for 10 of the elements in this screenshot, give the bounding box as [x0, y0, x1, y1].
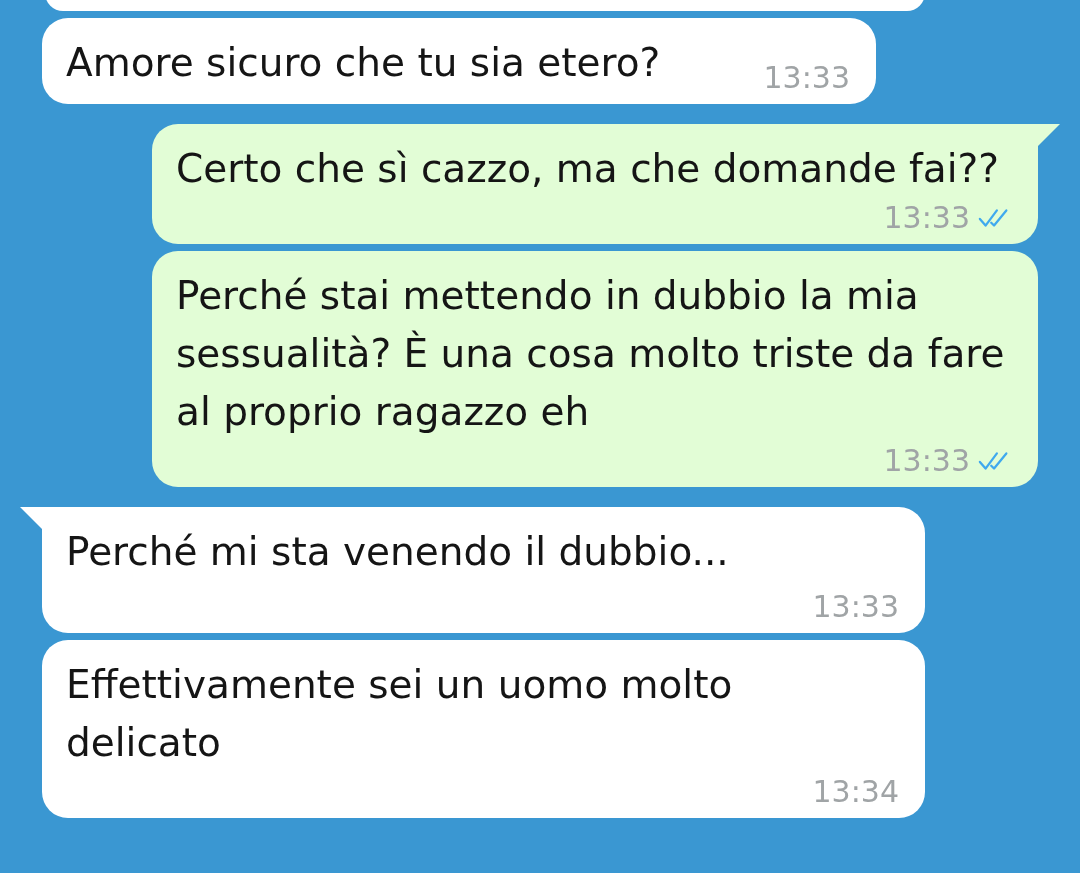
message-text: Perché stai mettendo in dubbio la mia sessualità? È una cosa molto triste da fare al proprio ragazzo eh [176, 272, 1006, 436]
message-text: Amore sicuro che tu sia etero? [66, 39, 661, 87]
message-text: Effettivamente sei un uomo molto delicato [66, 661, 734, 767]
message-text: Certo che sì cazzo, ma che domande fai?? [176, 145, 999, 193]
message-time: 13:33 [812, 588, 899, 626]
message-text: Perché mi sta venendo il dubbio... [66, 528, 729, 576]
message-time: 13:33 [883, 442, 970, 480]
message-time: 13:33 [883, 199, 970, 237]
message-time: 13:34 [812, 773, 899, 811]
message-time: 13:33 [763, 59, 850, 97]
